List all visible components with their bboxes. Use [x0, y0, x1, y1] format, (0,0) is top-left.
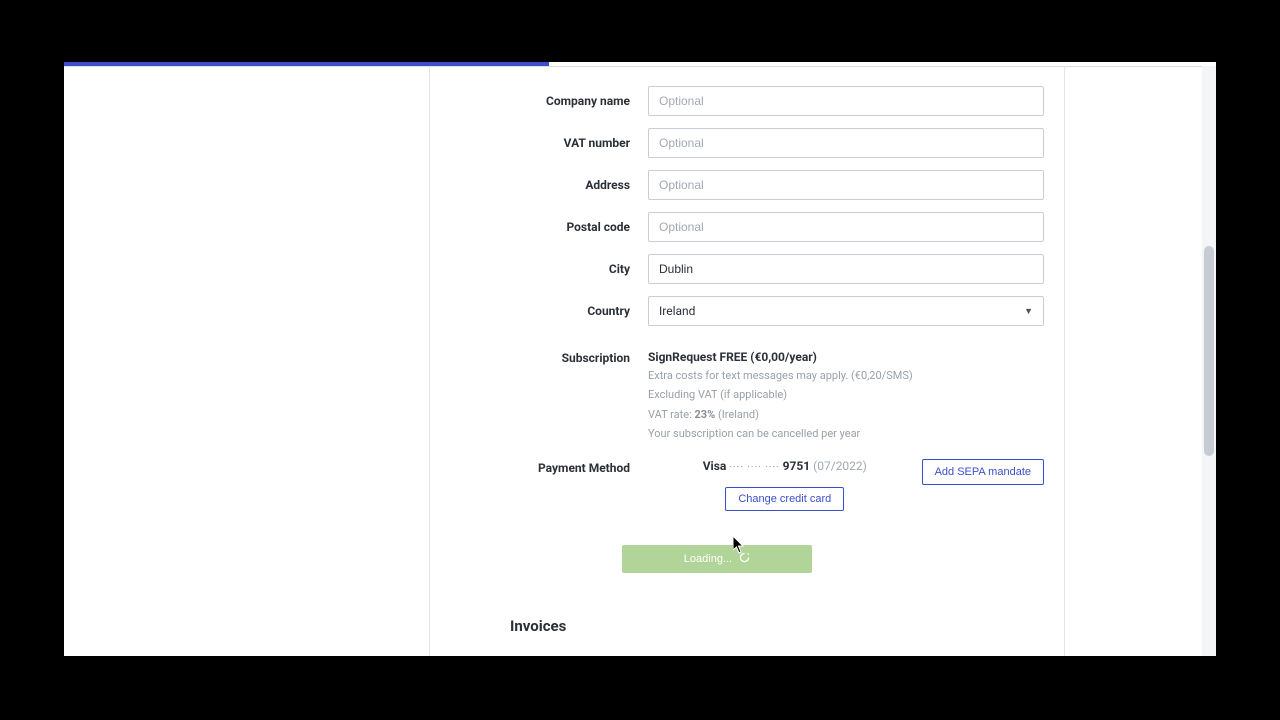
city-row: City — [430, 254, 1064, 284]
postal-code-label: Postal code — [430, 220, 648, 234]
company-name-row: Company name — [430, 86, 1064, 116]
company-name-input[interactable] — [648, 86, 1044, 116]
chevron-down-icon: ▼ — [1024, 306, 1033, 317]
vat-number-label: VAT number — [430, 136, 648, 150]
vat-number-input[interactable] — [648, 128, 1044, 158]
postal-code-input[interactable] — [648, 212, 1044, 242]
subscription-vat-rate: VAT rate: 23% (Ireland) — [648, 408, 1044, 422]
app-viewport: Company name VAT number Address Postal c… — [64, 62, 1216, 656]
card-masked-icon: ···· ···· ···· — [729, 462, 779, 473]
company-name-label: Company name — [430, 94, 648, 108]
vat-rate-pct: 23% — [694, 408, 715, 421]
payment-method-row: Payment Method Visa ···· ···· ···· 9751 … — [430, 459, 1064, 511]
loading-label: Loading... — [684, 553, 732, 565]
card-expiry: (07/2022) — [813, 459, 867, 473]
subscription-cancel-note: Your subscription can be cancelled per y… — [648, 427, 1044, 441]
address-label: Address — [430, 178, 648, 192]
vat-number-row: VAT number — [430, 128, 1064, 158]
address-row: Address — [430, 170, 1064, 200]
vat-rate-suffix: (Ireland) — [715, 408, 759, 421]
card-summary: Visa ···· ···· ···· 9751 (07/2022) — [648, 459, 922, 473]
billing-panel: Company name VAT number Address Postal c… — [429, 66, 1065, 656]
subscription-label: Subscription — [430, 350, 648, 441]
subscription-row: Subscription SignRequest FREE (€0,00/yea… — [430, 350, 1064, 441]
vertical-scrollbar[interactable] — [1202, 66, 1216, 656]
card-brand: Visa — [703, 459, 727, 473]
subscription-title: SignRequest FREE (€0,00/year) — [648, 350, 1044, 364]
postal-code-row: Postal code — [430, 212, 1064, 242]
country-select[interactable]: Ireland ▼ — [648, 296, 1044, 326]
subscription-vat-excl: Excluding VAT (if applicable) — [648, 388, 1044, 402]
scrollbar-thumb[interactable] — [1204, 246, 1214, 456]
save-loading-button[interactable]: Loading... — [622, 545, 812, 573]
country-row: Country Ireland ▼ — [430, 296, 1064, 326]
card-last4: 9751 — [783, 459, 811, 473]
city-input[interactable] — [648, 254, 1044, 284]
country-value: Ireland — [659, 304, 695, 318]
subscription-extra-costs: Extra costs for text messages may apply.… — [648, 369, 1044, 383]
vat-rate-prefix: VAT rate: — [648, 408, 694, 421]
invoices-heading: Invoices — [510, 617, 1064, 635]
change-credit-card-button[interactable]: Change credit card — [725, 487, 844, 511]
add-sepa-mandate-button[interactable]: Add SEPA mandate — [922, 459, 1044, 485]
spinner-icon — [739, 552, 750, 566]
country-label: Country — [430, 304, 648, 318]
address-input[interactable] — [648, 170, 1044, 200]
city-label: City — [430, 262, 648, 276]
payment-method-label: Payment Method — [430, 459, 648, 511]
